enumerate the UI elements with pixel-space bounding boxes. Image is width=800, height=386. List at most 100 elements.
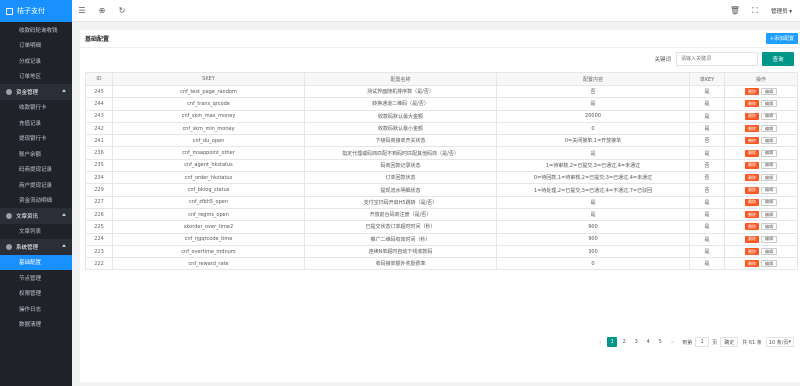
menu-toggle-icon[interactable]: ☰: [72, 0, 92, 22]
page-size-select[interactable]: 10 条/页 ▾: [765, 337, 794, 347]
sidebar-item[interactable]: 码商提现记录: [0, 162, 72, 178]
edit-button[interactable]: 编辑: [761, 198, 777, 206]
delete-button[interactable]: 删除: [745, 149, 759, 157]
cell-id: 234: [85, 171, 113, 185]
sidebar-item[interactable]: 收款码轮询收钱: [0, 22, 72, 38]
edit-button[interactable]: 编辑: [761, 137, 777, 145]
cell-actions: 删除 编辑: [724, 232, 798, 246]
sidebar-item[interactable]: 充值记录: [0, 115, 72, 131]
sidebar-item[interactable]: 提现银行卡: [0, 131, 72, 147]
prev-page-icon[interactable]: ‹: [595, 337, 605, 347]
sidebar-item[interactable]: 订单地区: [0, 69, 72, 85]
page-number[interactable]: 5: [655, 337, 665, 347]
sidebar-group[interactable]: 系统管理: [0, 239, 72, 255]
page-unit-label: 页: [712, 339, 718, 346]
cell-single: 是: [689, 207, 725, 222]
page-number[interactable]: 4: [643, 337, 653, 347]
delete-button[interactable]: 删除: [745, 223, 759, 231]
sidebar-item[interactable]: 分成记录: [0, 53, 72, 69]
delete-button[interactable]: 删除: [745, 174, 759, 182]
edit-button[interactable]: 编辑: [761, 161, 777, 169]
cell-actions: 删除 编辑: [724, 195, 798, 209]
sidebar-item[interactable]: 订单明细: [0, 38, 72, 54]
delete-button[interactable]: 删除: [745, 88, 759, 96]
delete-button[interactable]: 删除: [745, 198, 759, 206]
cell-value: 900: [496, 220, 690, 234]
edit-button[interactable]: 编辑: [761, 125, 777, 133]
edit-button[interactable]: 编辑: [761, 211, 777, 219]
next-page-icon[interactable]: ›: [667, 337, 677, 347]
search-input[interactable]: [676, 52, 758, 66]
delete-button[interactable]: 删除: [745, 186, 759, 194]
sidebar-item[interactable]: 操作日志: [0, 301, 72, 317]
globe-icon[interactable]: ⊕: [92, 0, 112, 22]
edit-button[interactable]: 编辑: [761, 248, 777, 255]
sidebar-group[interactable]: 资金管理: [0, 84, 72, 100]
sidebar-item[interactable]: 账户余额: [0, 146, 72, 162]
delete-button[interactable]: 删除: [745, 235, 759, 243]
col-header-value[interactable]: 配置内容: [496, 72, 690, 86]
sidebar-item[interactable]: 收款银行卡: [0, 100, 72, 116]
group-icon: [6, 243, 12, 250]
edit-button[interactable]: 编辑: [761, 186, 777, 194]
sidebar-item[interactable]: 资金流动明细: [0, 193, 72, 209]
sidebar-item[interactable]: 商户提现记录: [0, 177, 72, 193]
delete-button[interactable]: 删除: [745, 112, 759, 120]
sidebar-item[interactable]: 权限管理: [0, 286, 72, 302]
chevron-up-icon: [62, 89, 66, 92]
cell-skey: cnf_skm_max_money: [112, 109, 305, 123]
edit-button[interactable]: 编辑: [761, 100, 777, 108]
goto-page-input[interactable]: 1: [695, 337, 710, 347]
delete-button[interactable]: 删除: [745, 137, 759, 145]
edit-button[interactable]: 编辑: [761, 149, 777, 157]
col-header-name[interactable]: 配置名称: [304, 72, 497, 86]
sidebar-item[interactable]: 文章列表: [0, 224, 72, 240]
user-menu[interactable]: 管理员 ▾: [765, 7, 800, 15]
edit-button[interactable]: 编辑: [761, 174, 777, 182]
delete-button[interactable]: 删除: [745, 248, 759, 255]
delete-button[interactable]: 删除: [745, 211, 759, 219]
page-number[interactable]: 3: [631, 337, 641, 347]
edit-button[interactable]: 编辑: [761, 223, 777, 231]
delete-button[interactable]: 删除: [745, 125, 759, 133]
cell-skey: cnf_du_open: [112, 134, 305, 148]
edit-button[interactable]: 编辑: [761, 88, 777, 96]
col-header-single[interactable]: 单KEY: [689, 72, 725, 86]
cell-name: 支付宝扫码开启H5跳转（是/否）: [304, 195, 497, 209]
delete-button[interactable]: 删除: [745, 161, 759, 169]
cell-single: 否: [689, 158, 725, 173]
sidebar: 桔子支付 收款码轮询收钱 订单明细 分成记录 订单地区 资金管理 收款银行卡 充值记录 提现银…: [0, 0, 72, 386]
cell-value: 是: [496, 146, 690, 160]
cell-actions: 删除 编辑: [724, 220, 798, 234]
add-config-button[interactable]: +添加配置: [765, 33, 798, 44]
brand-logo[interactable]: 桔子支付: [0, 0, 72, 22]
goto-confirm-button[interactable]: 确定: [720, 337, 739, 347]
sidebar-group[interactable]: 文章资讯: [0, 208, 72, 224]
refresh-icon[interactable]: ↻: [112, 0, 132, 22]
page-number[interactable]: 2: [619, 337, 629, 347]
col-header-id[interactable]: ID: [85, 72, 113, 86]
delete-button[interactable]: 删除: [745, 260, 759, 268]
trash-icon[interactable]: 🗑: [725, 0, 745, 22]
cell-name: 提现流水明细状态: [304, 183, 497, 197]
col-header-skey[interactable]: SKEY: [112, 72, 305, 86]
config-card: 基础配置 +添加配置 关键词 查询 ID SKEY 配置名称 配置内容 单KEY…: [80, 30, 800, 382]
cell-actions: 删除 编辑: [724, 244, 798, 259]
sidebar-item[interactable]: 数据清理: [0, 317, 72, 333]
page-number[interactable]: 1: [607, 337, 618, 347]
edit-button[interactable]: 编辑: [761, 235, 777, 243]
delete-button[interactable]: 删除: [745, 100, 759, 108]
table-row: 227 cnf_zfbh5_open 支付宝扫码开启H5跳转（是/否）是是删除 编辑: [85, 195, 798, 209]
cell-name: 开放前台码商注册（是/否）: [304, 207, 497, 222]
table-row: 236 cnf_msappoint_other 指定代理或码商匹配不到码时匹配其他码…: [85, 146, 798, 160]
fullscreen-icon[interactable]: ⛶: [745, 0, 765, 22]
sidebar-item[interactable]: 节点管理: [0, 270, 72, 286]
edit-button[interactable]: 编辑: [761, 112, 777, 120]
cell-name: 收码接单额外奖励费率: [304, 257, 497, 271]
cell-value: 0=关闭接单,1=开放接单: [496, 134, 690, 148]
edit-button[interactable]: 编辑: [761, 260, 777, 268]
search-button[interactable]: 查询: [762, 52, 794, 66]
sidebar-item[interactable]: 基础配置: [0, 254, 72, 270]
cell-name: 下级码商接单开关状态: [304, 134, 497, 148]
cell-single: 是: [689, 244, 725, 259]
